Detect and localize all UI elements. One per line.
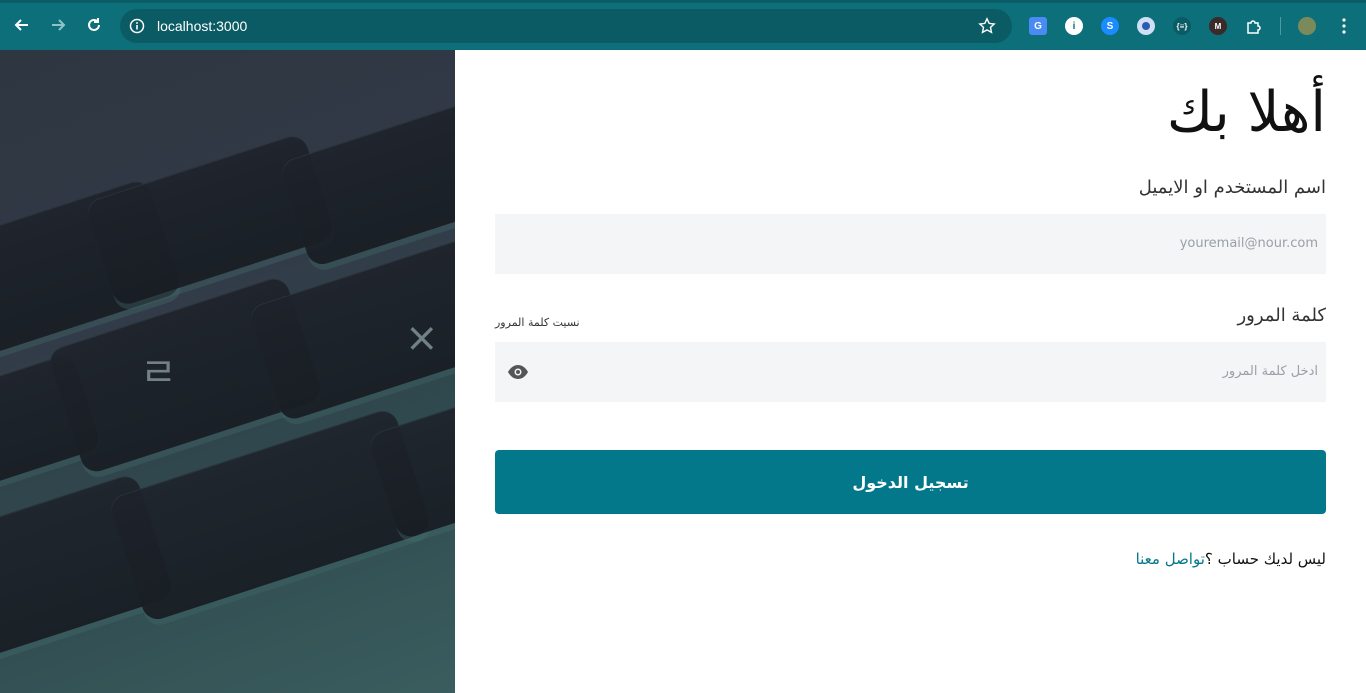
password-label: كلمة المرور <box>1237 305 1326 326</box>
reload-icon <box>88 18 100 31</box>
back-arrow-icon <box>14 19 28 31</box>
menu-kebab-icon[interactable] <box>1334 16 1354 36</box>
json-extension-icon[interactable]: {≡} <box>1172 16 1192 36</box>
forward-button[interactable] <box>46 13 70 37</box>
show-password-eye-icon[interactable] <box>507 362 529 382</box>
puzzle-icon[interactable] <box>1244 16 1264 36</box>
bookmark-star-icon[interactable] <box>978 17 996 35</box>
no-account-text: ليس لديك حساب ؟ <box>1204 550 1326 568</box>
login-form: أهلا بك اسم المستخدم او الايميل youremai… <box>455 50 1366 693</box>
login-button[interactable]: تسجيل الدخول <box>495 450 1326 514</box>
username-label: اسم المستخدم او الايميل <box>1138 177 1326 198</box>
hero-image: ㄹ × <box>0 50 455 693</box>
username-input[interactable]: youremail@nour.com <box>495 214 1326 274</box>
tab-strip <box>0 0 1366 3</box>
info-extension-icon[interactable]: i <box>1064 16 1084 36</box>
google-translate-icon[interactable]: G <box>1028 16 1048 36</box>
browser-toolbar: localhost:3000 G i S {≡} M <box>0 0 1366 50</box>
forward-arrow-icon <box>52 19 66 31</box>
forgot-password-link[interactable]: نسيت كلمة المرور <box>495 316 580 329</box>
back-button[interactable] <box>10 13 34 37</box>
contact-us-link[interactable]: تواصل معنا <box>1136 550 1205 568</box>
key-x-glyph: × <box>405 315 439 361</box>
toolbar-separator <box>1280 17 1281 35</box>
m-extension-icon[interactable]: M <box>1208 16 1228 36</box>
password-placeholder: ادخل كلمة المرور <box>1222 364 1318 379</box>
profile-avatar[interactable] <box>1297 16 1317 36</box>
circle-extension-icon[interactable] <box>1136 16 1156 36</box>
page-title: أهلا بك <box>1166 80 1326 145</box>
password-input[interactable]: ادخل كلمة المرور <box>495 342 1326 402</box>
url-text[interactable]: localhost:3000 <box>157 18 247 34</box>
signup-prompt: ليس لديك حساب ؟تواصل معنا <box>1136 550 1326 568</box>
key-z-glyph: ㄹ <box>140 350 177 396</box>
shazam-icon[interactable]: S <box>1100 16 1120 36</box>
username-placeholder: youremail@nour.com <box>1179 236 1318 251</box>
reload-button[interactable] <box>82 13 106 37</box>
site-info-icon[interactable] <box>128 17 146 35</box>
keyboard-key <box>277 101 455 269</box>
address-bar[interactable]: localhost:3000 <box>120 9 1012 43</box>
